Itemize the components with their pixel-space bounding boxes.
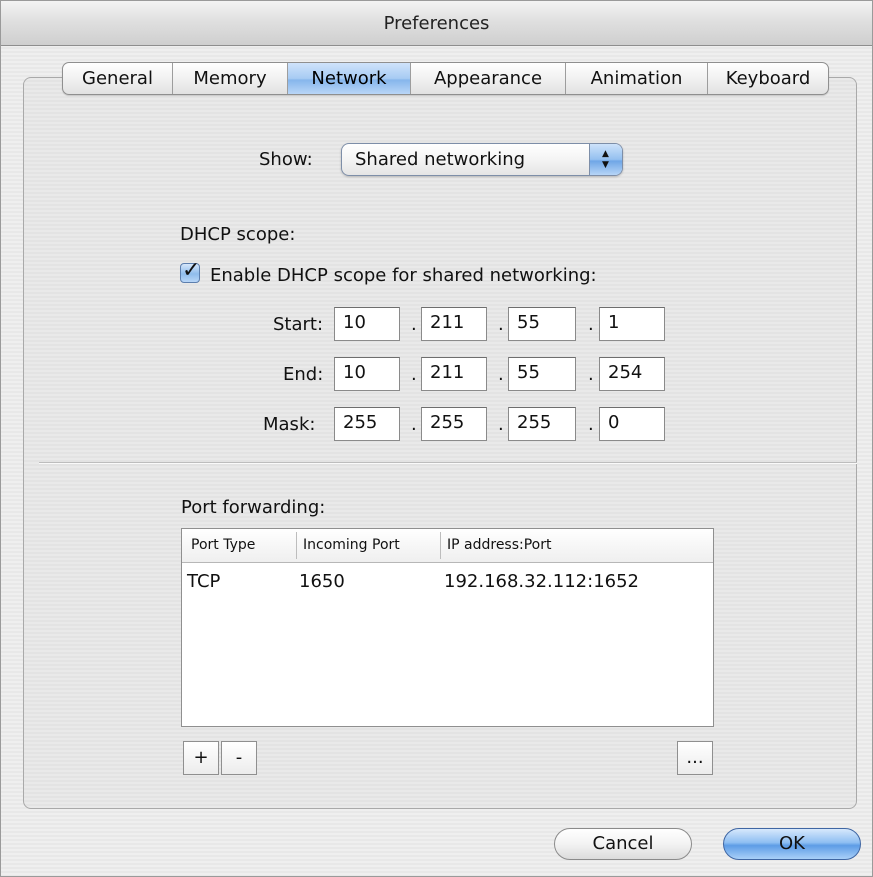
tab-network[interactable]: Network: [288, 63, 411, 94]
end-dot-1: .: [411, 364, 417, 385]
start-label: Start:: [273, 314, 324, 335]
enable-dhcp-label[interactable]: Enable DHCP scope for shared networking:: [210, 265, 597, 286]
more-options-button[interactable]: ...: [677, 741, 713, 775]
start-octet-4-field[interactable]: 1: [599, 307, 665, 341]
column-header-incoming-port[interactable]: Incoming Port: [303, 537, 400, 553]
end-octet-4-field[interactable]: 254: [599, 357, 665, 391]
window-title: Preferences: [383, 13, 490, 34]
end-octet-2-field[interactable]: 211: [421, 357, 487, 391]
preferences-window: Preferences General Memory Network Appea…: [0, 0, 873, 877]
column-divider: [296, 532, 297, 559]
cell-incoming-port: 1650: [299, 571, 345, 592]
dhcp-scope-label: DHCP scope:: [180, 224, 296, 245]
mask-octet-2-field[interactable]: 255: [421, 407, 487, 441]
end-dot-2: .: [498, 364, 504, 385]
ok-button[interactable]: OK: [723, 828, 861, 860]
mask-octet-1-field[interactable]: 255: [334, 407, 400, 441]
table-header: Port Type Incoming Port IP address:Port: [182, 529, 713, 563]
start-dot-1: .: [411, 314, 417, 335]
cell-port-type: TCP: [187, 571, 221, 592]
start-octet-2-field[interactable]: 211: [421, 307, 487, 341]
show-popup-button[interactable]: Shared networking ▲ ▼: [341, 143, 623, 176]
cancel-button[interactable]: Cancel: [554, 828, 692, 860]
tab-appearance[interactable]: Appearance: [411, 63, 566, 94]
end-dot-3: .: [588, 364, 594, 385]
column-header-ip-address-port[interactable]: IP address:Port: [447, 537, 552, 553]
end-octet-3-field[interactable]: 55: [508, 357, 576, 391]
start-dot-2: .: [498, 314, 504, 335]
start-octet-1-field[interactable]: 10: [334, 307, 400, 341]
mask-octet-4-field[interactable]: 0: [599, 407, 665, 441]
mask-dot-3: .: [588, 414, 594, 435]
section-divider: [39, 462, 857, 464]
popup-arrows-icon: ▲ ▼: [589, 144, 622, 175]
mask-dot-1: .: [411, 414, 417, 435]
tab-general[interactable]: General: [63, 63, 173, 94]
mask-dot-2: .: [498, 414, 504, 435]
show-selected-value: Shared networking: [355, 149, 526, 170]
add-rule-button[interactable]: +: [183, 741, 219, 775]
tab-memory[interactable]: Memory: [173, 63, 288, 94]
tab-keyboard[interactable]: Keyboard: [708, 63, 828, 94]
enable-dhcp-checkbox[interactable]: ✓: [180, 258, 200, 283]
cell-ip-address-port: 192.168.32.112:1652: [444, 571, 640, 592]
show-label: Show:: [259, 149, 313, 170]
tab-animation[interactable]: Animation: [566, 63, 708, 94]
tab-bar: General Memory Network Appearance Animat…: [62, 62, 829, 95]
checkmark-icon: ✓: [182, 258, 201, 283]
port-forwarding-label: Port forwarding:: [181, 497, 326, 518]
remove-rule-button[interactable]: -: [221, 741, 257, 775]
end-label: End:: [283, 364, 324, 385]
mask-label: Mask:: [263, 414, 316, 435]
column-divider: [440, 532, 441, 559]
end-octet-1-field[interactable]: 10: [334, 357, 400, 391]
title-bar[interactable]: Preferences: [1, 1, 872, 46]
column-header-port-type[interactable]: Port Type: [191, 537, 255, 553]
port-forwarding-table[interactable]: Port Type Incoming Port IP address:Port …: [181, 528, 714, 727]
mask-octet-3-field[interactable]: 255: [508, 407, 576, 441]
start-dot-3: .: [588, 314, 594, 335]
start-octet-3-field[interactable]: 55: [508, 307, 576, 341]
